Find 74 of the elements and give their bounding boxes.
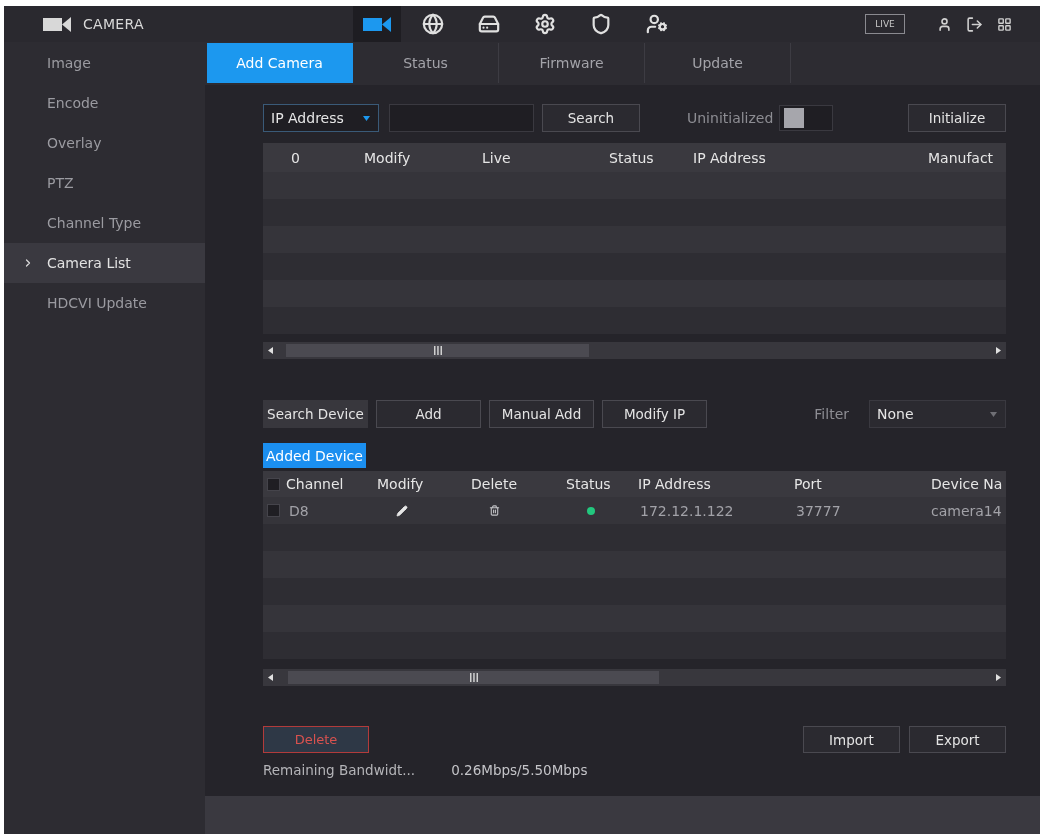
row-checkbox[interactable] xyxy=(267,504,280,517)
action-button[interactable]: Manual Add xyxy=(489,400,594,428)
column-header: Modify xyxy=(377,476,425,492)
filter-dropdown[interactable]: None xyxy=(869,400,1006,428)
filter-label: Filter xyxy=(814,406,849,422)
table-cell-text: 172.12.1.122 xyxy=(639,502,735,519)
scrollbar-thumb[interactable] xyxy=(286,344,589,357)
logout-icon[interactable] xyxy=(966,15,983,33)
bandwidth-value: 0.26Mbps/5.50Mbps xyxy=(451,762,588,778)
scrollbar-thumb[interactable] xyxy=(288,671,659,684)
column-header: Manufact xyxy=(928,149,995,166)
grip-icon xyxy=(469,673,478,682)
grip-icon xyxy=(433,346,442,355)
export-button[interactable]: Export xyxy=(909,726,1006,753)
scroll-right-icon[interactable] xyxy=(996,674,1001,681)
column-header: Modify xyxy=(364,149,412,166)
tab[interactable]: Update xyxy=(645,43,791,83)
column-header: Status xyxy=(609,149,655,166)
gear-icon[interactable] xyxy=(534,13,556,35)
scroll-left-icon[interactable] xyxy=(268,674,273,681)
scrollbar[interactable] xyxy=(263,669,1006,686)
trash-icon[interactable] xyxy=(489,505,500,516)
import-button[interactable]: Import xyxy=(803,726,900,753)
sidebar-item[interactable]: Encode xyxy=(4,83,205,123)
column-header: 0 xyxy=(290,149,301,166)
action-button[interactable]: Add xyxy=(376,400,481,428)
column-header: IP Address xyxy=(693,149,767,166)
initialize-button[interactable]: Initialize xyxy=(908,104,1006,132)
sidebar-item[interactable]: Channel Type xyxy=(4,203,205,243)
bandwidth-label: Remaining Bandwidt... xyxy=(263,762,416,778)
table-cell-text: D8 xyxy=(288,502,310,519)
caret-icon xyxy=(990,411,997,417)
search-button[interactable]: Search xyxy=(542,104,640,132)
live-button[interactable]: LIVE xyxy=(865,14,905,34)
sidebar-item[interactable]: Overlay xyxy=(4,123,205,163)
uninitialized-switch[interactable] xyxy=(779,105,834,131)
select-all-checkbox[interactable] xyxy=(267,477,280,491)
nav-tab[interactable] xyxy=(353,6,401,42)
action-button[interactable]: Modify IP xyxy=(602,400,707,428)
pencil-icon[interactable] xyxy=(396,504,408,517)
camera-icon xyxy=(43,16,71,32)
scroll-right-icon[interactable] xyxy=(996,347,1001,354)
sidebar-item[interactable]: HDCVI Update xyxy=(4,283,205,323)
scroll-left-icon[interactable] xyxy=(268,347,273,354)
search-field[interactable] xyxy=(389,104,534,132)
column-header: Delete xyxy=(471,476,518,492)
page-title: CAMERA xyxy=(83,16,144,32)
grid-icon[interactable] xyxy=(997,16,1012,32)
sidebar-item[interactable]: PTZ xyxy=(4,163,205,203)
uninitialized-label: Uninitialized xyxy=(687,110,774,126)
column-header: IP Address xyxy=(638,476,712,492)
hard-drive-icon[interactable] xyxy=(478,13,500,35)
column-header: Device Na xyxy=(931,476,1004,492)
globe-icon[interactable] xyxy=(422,13,444,35)
added-device-label: Added Device xyxy=(263,443,366,468)
caret-icon xyxy=(363,115,370,121)
tab[interactable]: Firmware xyxy=(499,43,645,83)
sidebar-item[interactable]: Image xyxy=(4,43,205,83)
column-header: Status xyxy=(566,476,612,492)
table-row[interactable]: D8 172.12.1.122 37777 camera14 xyxy=(263,497,1006,524)
table-cell-text: 37777 xyxy=(795,502,842,519)
user-icon[interactable] xyxy=(937,16,952,32)
shield-icon[interactable] xyxy=(590,13,612,35)
user-gear-icon[interactable] xyxy=(646,13,668,35)
camera-icon[interactable] xyxy=(363,16,391,32)
column-header: Port xyxy=(794,476,823,492)
tab[interactable]: Status xyxy=(353,43,499,83)
table-cell-text: camera14 xyxy=(931,502,1003,519)
column-header: Live xyxy=(482,149,512,166)
sidebar-item[interactable]: Camera List xyxy=(4,243,205,283)
search-type-dropdown[interactable]: IP Address xyxy=(263,104,379,132)
column-header: Channel xyxy=(286,476,345,492)
action-button[interactable]: Search Device xyxy=(263,400,368,428)
scrollbar[interactable] xyxy=(263,342,1006,359)
